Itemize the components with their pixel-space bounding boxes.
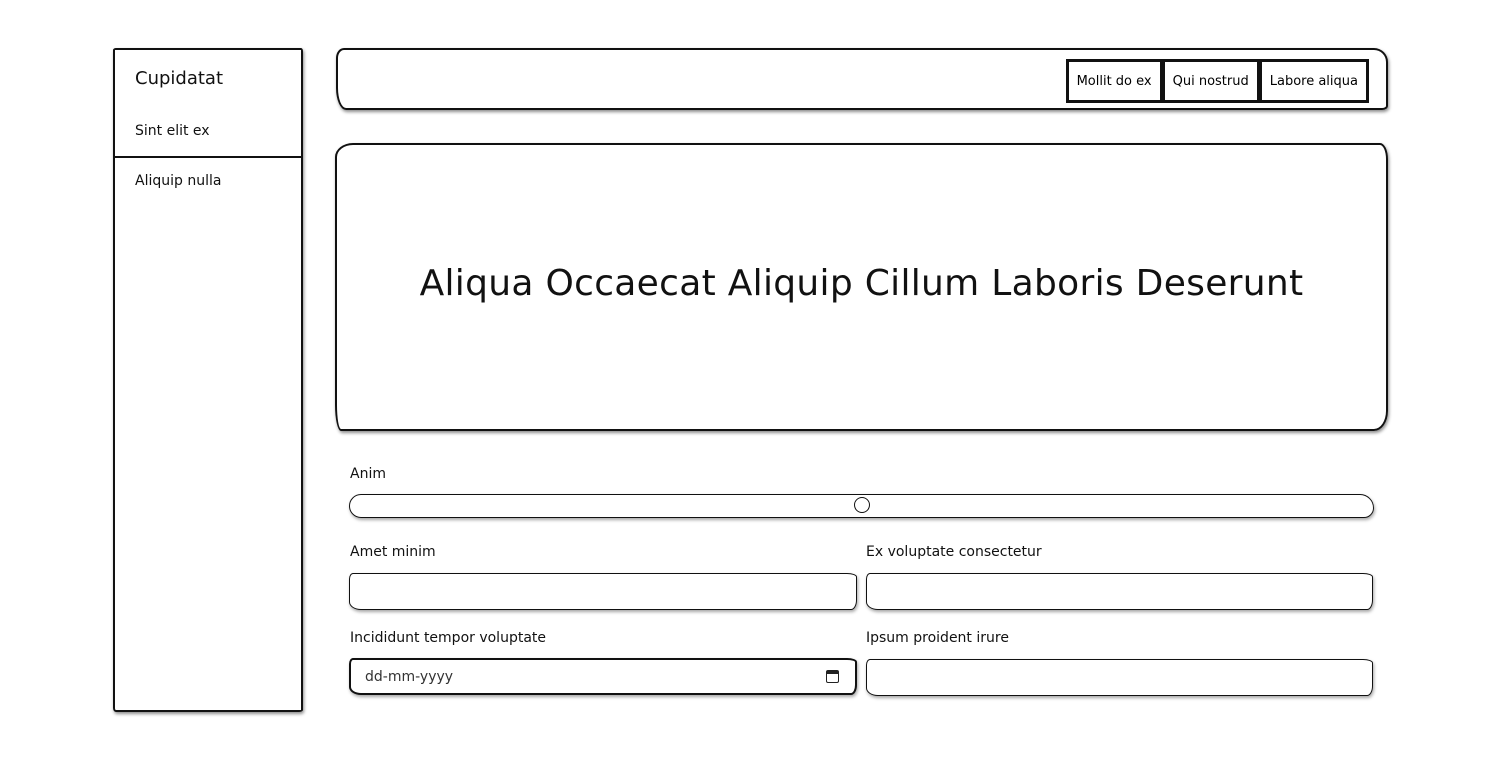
amet-minim-input[interactable] bbox=[349, 573, 857, 610]
hero-panel: Aliqua Occaecat Aliquip Cillum Laboris D… bbox=[335, 143, 1388, 431]
field-label-ex-voluptate-consectetur: Ex voluptate consectetur bbox=[866, 544, 1042, 560]
calendar-icon[interactable] bbox=[826, 670, 839, 683]
nav-button-labore-aliqua[interactable]: Labore aliqua bbox=[1258, 59, 1369, 103]
header-bar: Mollit do ex Qui nostrud Labore aliqua bbox=[336, 48, 1388, 110]
hero-title: Aliqua Occaecat Aliquip Cillum Laboris D… bbox=[419, 262, 1304, 304]
range-slider[interactable] bbox=[349, 494, 1374, 518]
ex-voluptate-consectetur-input[interactable] bbox=[866, 573, 1373, 610]
slider-label: Anim bbox=[350, 466, 386, 482]
field-label-amet-minim: Amet minim bbox=[350, 544, 436, 560]
date-input[interactable]: dd-mm-yyyy bbox=[349, 658, 857, 695]
field-label-ipsum-proident-irure: Ipsum proident irure bbox=[866, 630, 1009, 646]
nav-button-mollit-do-ex[interactable]: Mollit do ex bbox=[1065, 59, 1163, 103]
header-nav: Mollit do ex Qui nostrud Labore aliqua bbox=[1065, 59, 1369, 103]
ipsum-proident-irure-input[interactable] bbox=[866, 659, 1373, 696]
sidebar-title: Cupidatat bbox=[135, 68, 224, 89]
nav-button-qui-nostrud[interactable]: Qui nostrud bbox=[1161, 59, 1260, 103]
slider-thumb[interactable] bbox=[853, 497, 870, 513]
sidebar-item-sint-elit-ex[interactable]: Sint elit ex bbox=[135, 123, 210, 139]
date-placeholder: dd-mm-yyyy bbox=[365, 668, 454, 685]
sidebar-divider bbox=[115, 156, 301, 158]
sidebar: Cupidatat Sint elit ex Aliquip nulla bbox=[113, 48, 303, 712]
sidebar-item-aliquip-nulla[interactable]: Aliquip nulla bbox=[135, 173, 221, 189]
field-label-incididunt-tempor-voluptate: Incididunt tempor voluptate bbox=[350, 630, 547, 646]
